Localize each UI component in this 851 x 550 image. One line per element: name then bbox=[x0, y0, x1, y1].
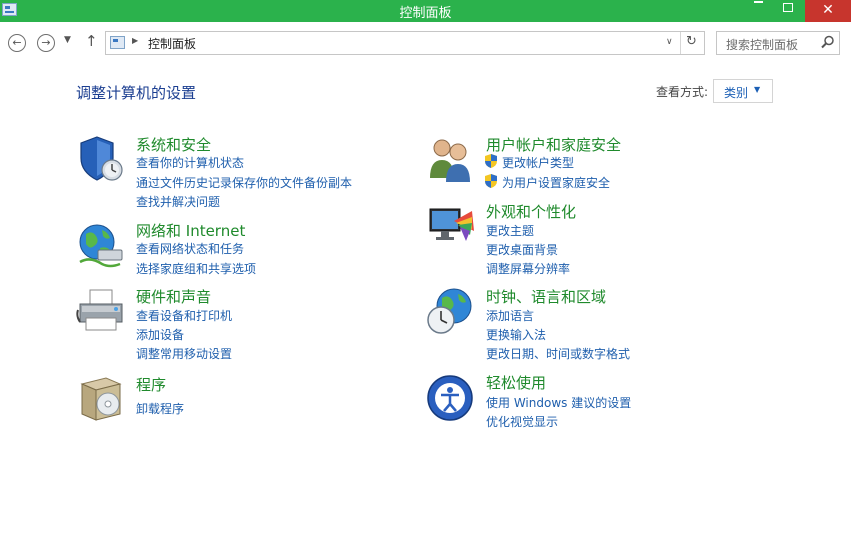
monitor-palette-icon[interactable] bbox=[426, 201, 476, 251]
search-icon[interactable] bbox=[821, 35, 835, 49]
link-file-history[interactable]: 通过文件历史记录保存你的文件备份副本 bbox=[136, 174, 352, 191]
close-button[interactable]: ✕ bbox=[805, 0, 851, 22]
link-add-language[interactable]: 添加语言 bbox=[486, 307, 534, 324]
printer-icon[interactable] bbox=[76, 286, 126, 336]
title-bar: 控制面板 ✕ bbox=[0, 0, 851, 22]
uac-shield-icon bbox=[485, 154, 497, 168]
arrow-right-icon: → bbox=[41, 36, 51, 49]
link-network-status[interactable]: 查看网络状态和任务 bbox=[136, 240, 244, 257]
link-view-computer-status[interactable]: 查看你的计算机状态 bbox=[136, 154, 244, 171]
category-title[interactable]: 系统和安全 bbox=[136, 134, 211, 155]
breadcrumb-control-panel[interactable]: 控制面板 bbox=[148, 35, 196, 52]
minimize-button[interactable] bbox=[745, 0, 771, 22]
link-devices-printers[interactable]: 查看设备和打印机 bbox=[136, 307, 232, 324]
divider bbox=[680, 32, 681, 54]
view-by-label: 查看方式: bbox=[656, 85, 709, 99]
link-change-account-type[interactable]: 更改帐户类型 bbox=[502, 154, 574, 171]
arrow-left-icon: ← bbox=[12, 36, 22, 49]
address-bar[interactable]: ▶ 控制面板 ∨ ↻ bbox=[105, 31, 705, 55]
shield-icon[interactable] bbox=[76, 134, 126, 184]
category-title[interactable]: 用户帐户和家庭安全 bbox=[486, 134, 621, 155]
ease-of-access-icon[interactable] bbox=[426, 372, 476, 422]
maximize-button[interactable] bbox=[775, 0, 801, 22]
link-troubleshoot[interactable]: 查找并解决问题 bbox=[136, 193, 220, 210]
category-title[interactable]: 轻松使用 bbox=[486, 372, 546, 393]
programs-box-icon[interactable] bbox=[76, 374, 126, 424]
forward-button[interactable]: → bbox=[37, 34, 55, 52]
link-change-theme[interactable]: 更改主题 bbox=[486, 222, 534, 239]
clock-globe-icon[interactable] bbox=[426, 286, 476, 336]
control-panel-icon bbox=[110, 36, 125, 49]
link-uninstall-program[interactable]: 卸载程序 bbox=[136, 400, 184, 417]
link-date-time-format[interactable]: 更改日期、时间或数字格式 bbox=[486, 345, 630, 362]
view-by-dropdown[interactable]: 类别 ▼ bbox=[713, 79, 773, 103]
category-title[interactable]: 外观和个性化 bbox=[486, 201, 576, 222]
link-change-input-method[interactable]: 更换输入法 bbox=[486, 326, 546, 343]
minimize-icon bbox=[753, 1, 763, 3]
refresh-button[interactable]: ↻ bbox=[686, 34, 697, 49]
search-box[interactable]: 搜索控制面板 bbox=[716, 31, 840, 55]
link-screen-resolution[interactable]: 调整屏幕分辨率 bbox=[486, 260, 570, 277]
window-title: 控制面板 bbox=[399, 6, 452, 21]
recent-locations-chevron-icon[interactable]: ▼ bbox=[64, 35, 71, 45]
link-add-device[interactable]: 添加设备 bbox=[136, 326, 184, 343]
breadcrumb-chevron-icon[interactable]: ▶ bbox=[132, 36, 138, 45]
category-title[interactable]: 网络和 Internet bbox=[136, 220, 245, 241]
up-button[interactable]: ↑ bbox=[85, 32, 98, 50]
category-title[interactable]: 硬件和声音 bbox=[136, 286, 211, 307]
address-toolbar: ← → ▼ ↑ ▶ 控制面板 ∨ ↻ 搜索控制面板 bbox=[0, 22, 851, 66]
chevron-down-icon: ▼ bbox=[754, 85, 761, 94]
link-mobility-settings[interactable]: 调整常用移动设置 bbox=[136, 345, 232, 362]
link-desktop-background[interactable]: 更改桌面背景 bbox=[486, 241, 558, 258]
users-icon[interactable] bbox=[426, 134, 476, 184]
back-button[interactable]: ← bbox=[8, 34, 26, 52]
category-title[interactable]: 时钟、语言和区域 bbox=[486, 286, 606, 307]
link-optimize-visual-display[interactable]: 优化视觉显示 bbox=[486, 413, 558, 430]
address-history-chevron-icon[interactable]: ∨ bbox=[666, 37, 673, 47]
link-family-safety[interactable]: 为用户设置家庭安全 bbox=[502, 174, 610, 191]
search-placeholder: 搜索控制面板 bbox=[726, 38, 799, 52]
link-homegroup[interactable]: 选择家庭组和共享选项 bbox=[136, 260, 256, 277]
maximize-icon bbox=[783, 3, 793, 12]
uac-shield-icon bbox=[485, 174, 497, 188]
close-icon: ✕ bbox=[822, 2, 834, 18]
view-by-value: 类别 bbox=[724, 86, 749, 100]
page-title: 调整计算机的设置 bbox=[76, 84, 197, 102]
network-globe-icon[interactable] bbox=[76, 220, 126, 270]
link-recommended-settings[interactable]: 使用 Windows 建议的设置 bbox=[486, 394, 631, 411]
category-title[interactable]: 程序 bbox=[136, 374, 166, 395]
